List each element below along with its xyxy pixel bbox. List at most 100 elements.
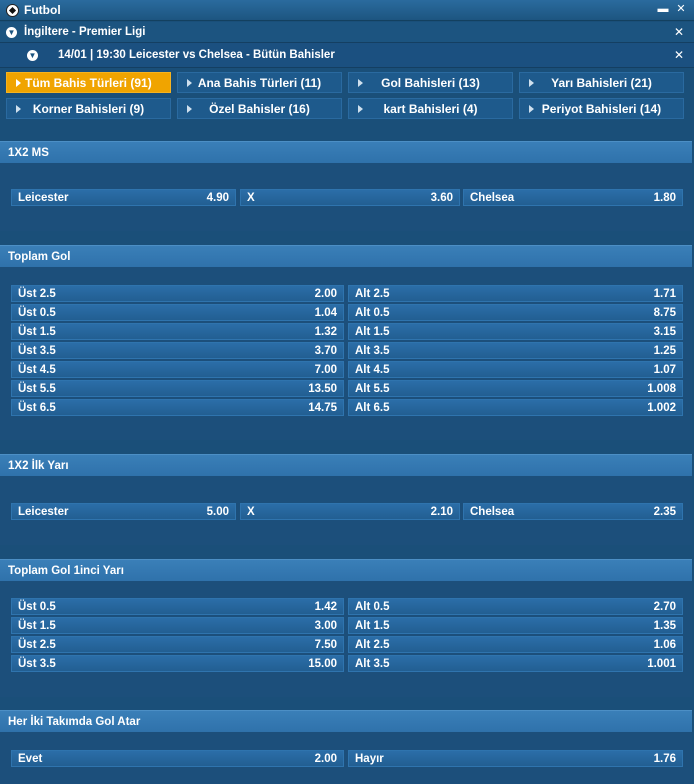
selection-name: Alt 2.5 xyxy=(355,287,390,300)
odd-cell-over[interactable]: Üst 0.5 1.42 xyxy=(11,598,344,615)
odd-value: 1.04 xyxy=(314,306,337,319)
odd-cell-away[interactable]: Chelsea 2.35 xyxy=(463,503,683,520)
odd-value: 2.70 xyxy=(653,600,676,613)
selection-name: Alt 5.5 xyxy=(355,382,390,395)
arrow-right-icon xyxy=(16,79,21,87)
selection-name: Chelsea xyxy=(470,191,515,204)
odd-cell-home[interactable]: Leicester 4.90 xyxy=(11,189,236,206)
sport-header: Futbol ▬ ✕ xyxy=(0,0,694,21)
selection-name: X xyxy=(247,191,255,204)
close-button[interactable]: ✕ xyxy=(674,2,688,16)
event-close-button[interactable]: ✕ xyxy=(674,48,684,62)
odd-value: 1.06 xyxy=(653,638,676,651)
odd-cell-over[interactable]: Üst 5.5 13.50 xyxy=(11,380,344,397)
selection-name: Üst 4.5 xyxy=(18,363,56,376)
odd-cell-under[interactable]: Alt 3.5 1.25 xyxy=(348,342,683,359)
tab-main-bets[interactable]: Ana Bahis Türleri (11) xyxy=(177,72,342,93)
selection-name: Alt 0.5 xyxy=(355,600,390,613)
arrow-right-icon xyxy=(187,105,192,113)
odd-cell-under[interactable]: Alt 1.5 1.35 xyxy=(348,617,683,634)
arrow-right-icon xyxy=(187,79,192,87)
odd-cell-under[interactable]: Alt 2.5 1.71 xyxy=(348,285,683,302)
selection-name: Üst 0.5 xyxy=(18,600,56,613)
odd-cell-away[interactable]: Chelsea 1.80 xyxy=(463,189,683,206)
odd-value: 13.50 xyxy=(308,382,337,395)
odd-value: 1.25 xyxy=(653,344,676,357)
odd-cell-over[interactable]: Üst 3.5 15.00 xyxy=(11,655,344,672)
selection-name: Üst 6.5 xyxy=(18,401,56,414)
league-close-button[interactable]: ✕ xyxy=(674,25,684,39)
odd-value: 5.00 xyxy=(206,505,229,518)
odd-cell-over[interactable]: Üst 4.5 7.00 xyxy=(11,361,344,378)
odd-cell-under[interactable]: Alt 0.5 2.70 xyxy=(348,598,683,615)
chevron-down-icon[interactable]: ▼ xyxy=(27,50,38,61)
odd-cell-under[interactable]: Alt 4.5 1.07 xyxy=(348,361,683,378)
odd-value: 1.80 xyxy=(653,191,676,204)
tab-period-bets[interactable]: Periyot Bahisleri (14) xyxy=(519,98,684,119)
market-header-total-goals-first-half[interactable]: Toplam Gol 1inci Yarı xyxy=(0,559,692,581)
market-body-total-goals-first-half: Üst 0.5 1.42 Alt 0.5 2.70 Üst 1.5 3.00 Alt … xyxy=(0,581,692,697)
odd-cell-under[interactable]: Alt 6.5 1.002 xyxy=(348,399,683,416)
chevron-down-icon[interactable]: ▼ xyxy=(6,26,17,38)
odd-cell-over[interactable]: Üst 1.5 1.32 xyxy=(11,323,344,340)
tab-goal-bets[interactable]: Gol Bahisleri (13) xyxy=(348,72,513,93)
odd-cell-yes[interactable]: Evet 2.00 xyxy=(11,750,344,767)
odd-cell-draw[interactable]: X 2.10 xyxy=(240,503,460,520)
event-header[interactable]: ▼ 14/01 | 19:30 Leicester vs Chelsea - B… xyxy=(0,43,694,68)
odd-cell-over[interactable]: Üst 1.5 3.00 xyxy=(11,617,344,634)
odd-cell-under[interactable]: Alt 3.5 1.001 xyxy=(348,655,683,672)
arrow-right-icon xyxy=(358,105,363,113)
odd-cell-under[interactable]: Alt 1.5 3.15 xyxy=(348,323,683,340)
selection-name: Üst 1.5 xyxy=(18,325,56,338)
odd-value: 1.42 xyxy=(314,600,337,613)
market-title: Toplam Gol xyxy=(8,250,71,263)
odd-cell-over[interactable]: Üst 6.5 14.75 xyxy=(11,399,344,416)
market-header-1x2-first-half[interactable]: 1X2 İlk Yarı xyxy=(0,454,692,476)
odd-value: 3.15 xyxy=(653,325,676,338)
odd-value: 15.00 xyxy=(308,657,337,670)
tab-label: Korner Bahisleri (9) xyxy=(32,101,145,116)
odd-value: 2.10 xyxy=(430,505,453,518)
market-title: 1X2 İlk Yarı xyxy=(8,459,69,472)
odd-value: 8.75 xyxy=(653,306,676,319)
odd-value: 1.001 xyxy=(647,657,676,670)
odd-cell-under[interactable]: Alt 5.5 1.008 xyxy=(348,380,683,397)
tab-label: Yarı Bahisleri (21) xyxy=(551,75,652,90)
odd-value: 4.90 xyxy=(206,191,229,204)
odd-cell-over[interactable]: Üst 2.5 2.00 xyxy=(11,285,344,302)
market-header-total-goals[interactable]: Toplam Gol xyxy=(0,245,692,267)
odd-cell-under[interactable]: Alt 2.5 1.06 xyxy=(348,636,683,653)
odd-cell-over[interactable]: Üst 0.5 1.04 xyxy=(11,304,344,321)
minimize-button[interactable]: ▬ xyxy=(656,2,670,16)
league-header[interactable]: ▼ İngiltere - Premier Ligi ✕ xyxy=(0,22,694,43)
tab-card-bets[interactable]: kart Bahisleri (4) xyxy=(348,98,513,119)
tab-corner-bets[interactable]: Korner Bahisleri (9) xyxy=(6,98,171,119)
market-body-total-goals: Üst 2.5 2.00 Alt 2.5 1.71 Üst 0.5 1.04 Alt … xyxy=(0,267,692,440)
tab-all-bets[interactable]: Tüm Bahis Türleri (91) xyxy=(6,72,171,93)
selection-name: Üst 2.5 xyxy=(18,638,56,651)
selection-name: Leicester xyxy=(18,505,69,518)
odd-cell-over[interactable]: Üst 2.5 7.50 xyxy=(11,636,344,653)
league-name: İngiltere - Premier Ligi xyxy=(24,26,146,38)
odd-cell-no[interactable]: Hayır 1.76 xyxy=(348,750,683,767)
odd-value: 14.75 xyxy=(308,401,337,414)
odd-value: 7.50 xyxy=(314,638,337,651)
arrow-right-icon xyxy=(529,79,534,87)
market-header-1x2-ms[interactable]: 1X2 MS xyxy=(0,141,692,163)
odd-value: 1.35 xyxy=(653,619,676,632)
odd-cell-under[interactable]: Alt 0.5 8.75 xyxy=(348,304,683,321)
tab-label: Tüm Bahis Türleri (91) xyxy=(25,75,152,90)
market-body-1x2-ms: Leicester 4.90 X 3.60 Chelsea 1.80 xyxy=(0,163,692,231)
market-header-both-teams-score[interactable]: Her İki Takımda Gol Atar xyxy=(0,710,692,732)
market-body-both-teams-score: Evet 2.00 Hayır 1.76 xyxy=(0,732,692,784)
tab-half-bets[interactable]: Yarı Bahisleri (21) xyxy=(519,72,684,93)
tab-special-bets[interactable]: Özel Bahisler (16) xyxy=(177,98,342,119)
odd-value: 1.002 xyxy=(647,401,676,414)
odd-cell-home[interactable]: Leicester 5.00 xyxy=(11,503,236,520)
odd-cell-over[interactable]: Üst 3.5 3.70 xyxy=(11,342,344,359)
tab-label: Periyot Bahisleri (14) xyxy=(541,101,662,116)
selection-name: Üst 3.5 xyxy=(18,344,56,357)
selection-name: Üst 1.5 xyxy=(18,619,56,632)
odd-cell-draw[interactable]: X 3.60 xyxy=(240,189,460,206)
odd-value: 3.00 xyxy=(314,619,337,632)
